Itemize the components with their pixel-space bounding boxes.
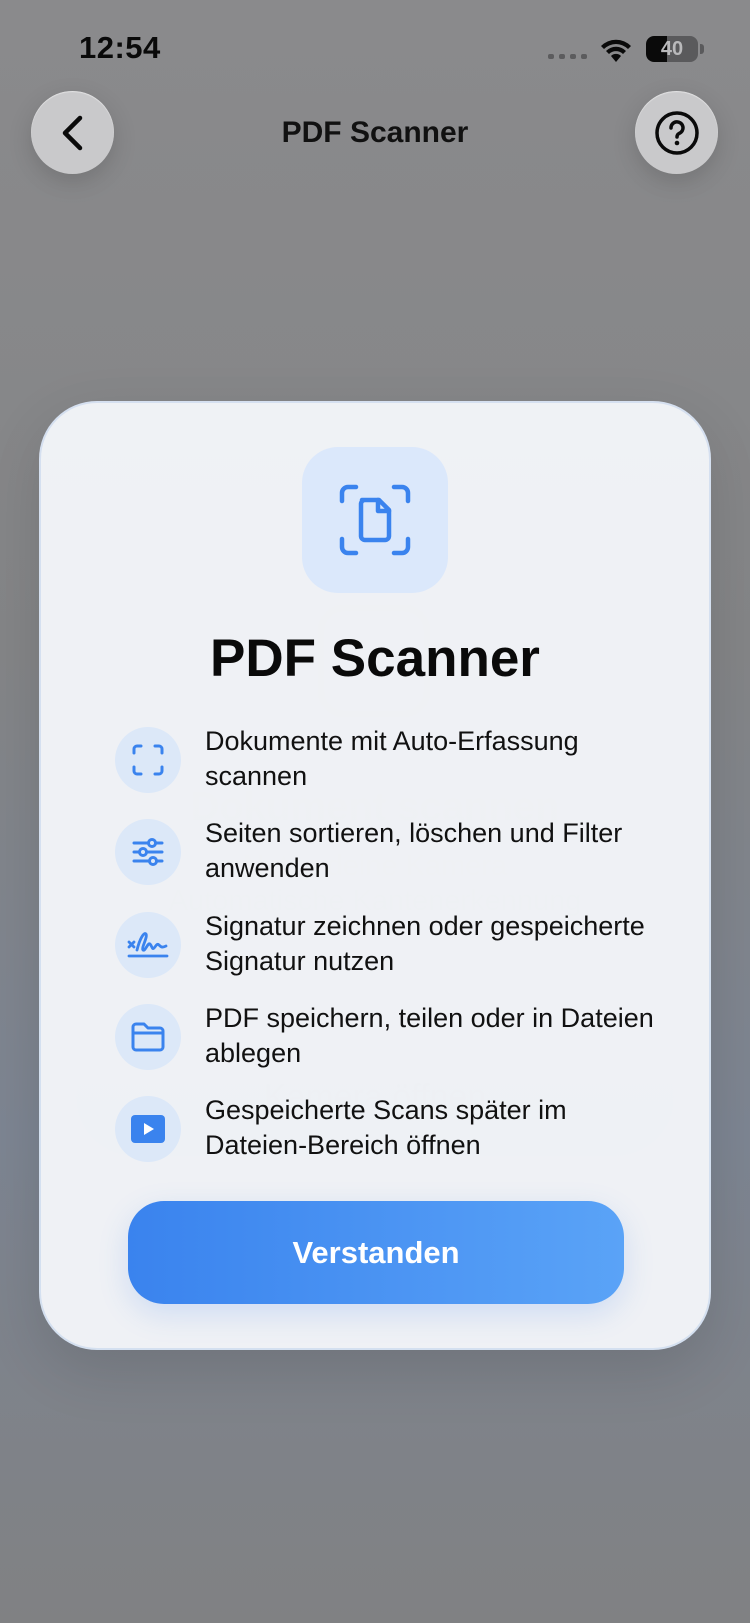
feature-text: Dokumente mit Auto-Erfassung scannen xyxy=(205,726,579,791)
question-mark-icon xyxy=(654,110,699,155)
feature-item: PDF speichern, teilen oder in Dateien ab… xyxy=(115,1003,675,1084)
feature-item: Seiten sortieren, löschen und Filter anw… xyxy=(115,818,675,899)
signature-icon xyxy=(115,912,181,978)
battery-indicator: 40 xyxy=(646,36,698,62)
status-time: 12:54 xyxy=(79,30,161,65)
status-bar: 12:54 40 xyxy=(0,0,750,90)
feature-text: Signatur zeichnen oder gespeicherte Sign… xyxy=(205,911,645,976)
feature-text: Seiten sortieren, löschen und Filter anw… xyxy=(205,818,623,883)
understood-button[interactable]: Verstanden xyxy=(128,1201,624,1304)
help-button[interactable] xyxy=(635,91,718,174)
feature-item: Gespeicherte Scans später im Dateien-Ber… xyxy=(115,1095,675,1176)
sliders-icon xyxy=(115,819,181,885)
modal-title: PDF Scanner xyxy=(210,629,540,688)
document-scan-icon xyxy=(302,447,448,593)
cellular-signal-icon xyxy=(548,54,587,59)
feature-item: Dokumente mit Auto-Erfassung scannen xyxy=(115,726,675,807)
wifi-icon xyxy=(601,39,631,62)
feature-text: Gespeicherte Scans später im Dateien-Ber… xyxy=(205,1095,567,1160)
play-video-icon xyxy=(115,1096,181,1162)
feature-text: PDF speichern, teilen oder in Dateien ab… xyxy=(205,1003,654,1068)
feature-item: Signatur zeichnen oder gespeicherte Sign… xyxy=(115,911,675,992)
battery-tip xyxy=(700,44,704,54)
folder-icon xyxy=(115,1004,181,1070)
scan-frame-icon xyxy=(115,727,181,793)
battery-percentage: 40 xyxy=(660,38,684,60)
